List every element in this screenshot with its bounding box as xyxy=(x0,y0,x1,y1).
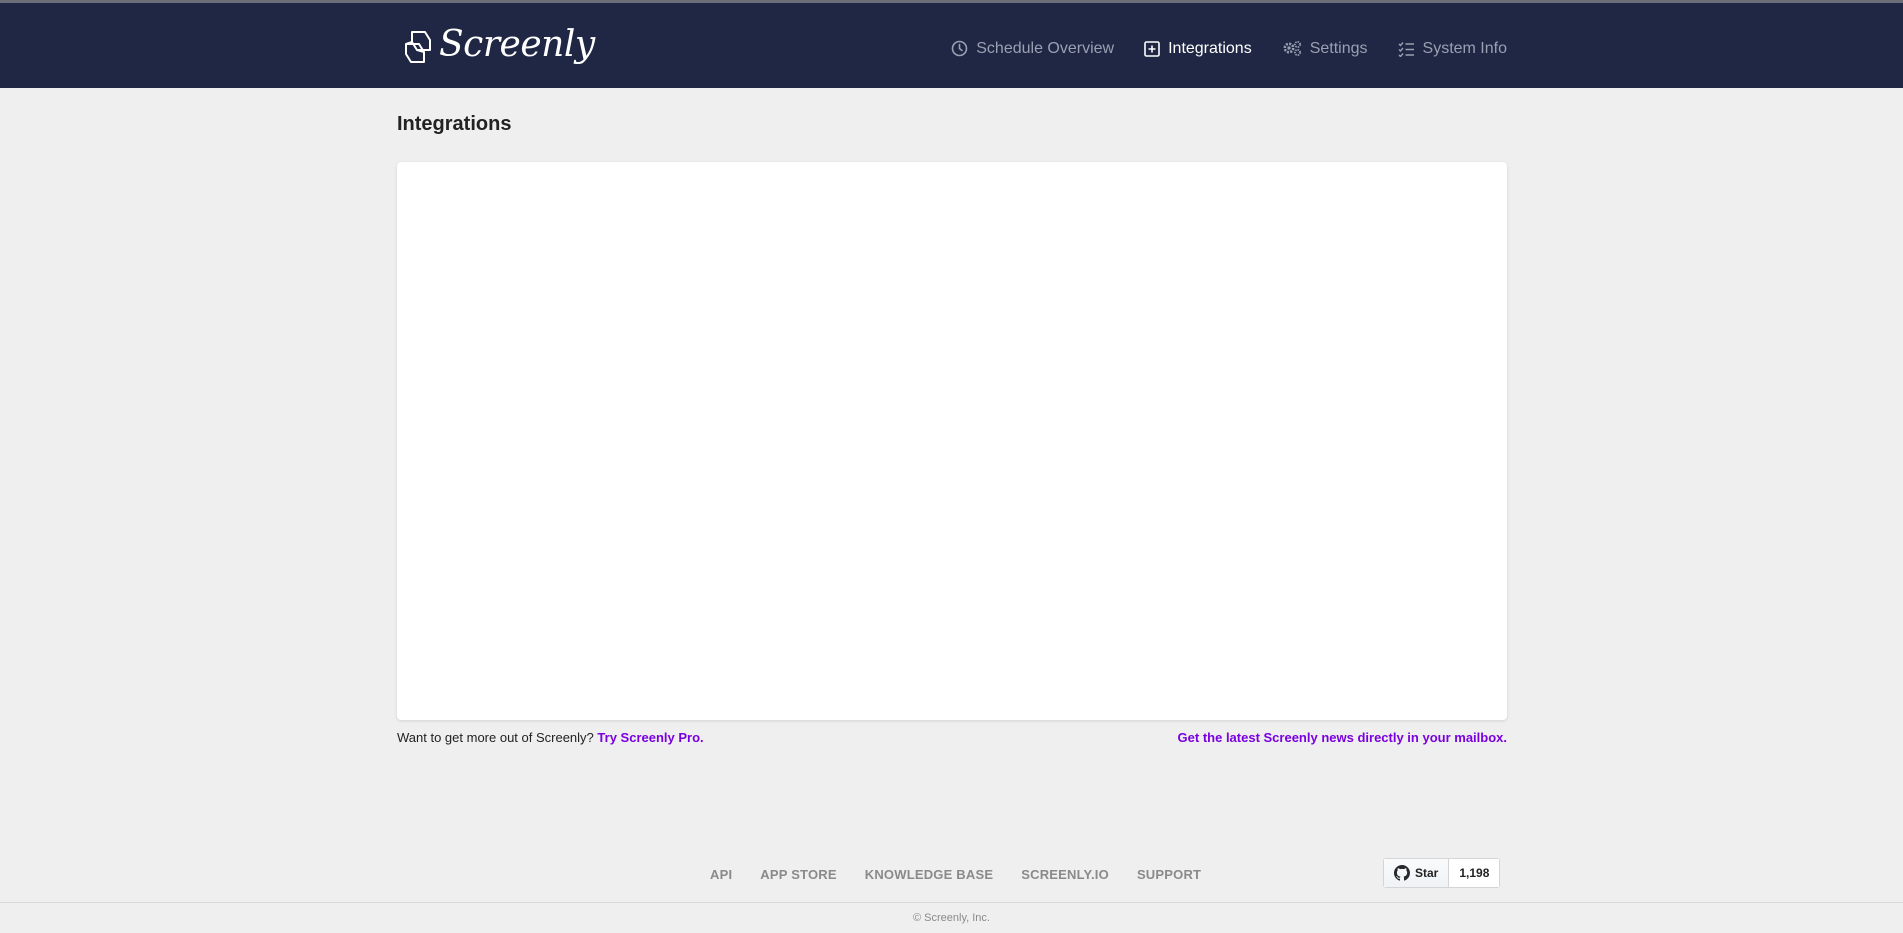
nav-schedule-overview-label: Schedule Overview xyxy=(976,39,1115,57)
brand-logo-link[interactable]: Screenly xyxy=(403,25,595,69)
clock-icon xyxy=(951,40,968,57)
newsletter-promo: Get the latest Screenly news directly in… xyxy=(1178,730,1507,745)
gears-icon xyxy=(1283,41,1301,56)
footer-divider xyxy=(0,902,1903,903)
footer-link-screenly-io[interactable]: SCREENLY.IO xyxy=(1021,867,1109,882)
github-star-button[interactable]: Star xyxy=(1384,859,1450,887)
nav-schedule-overview[interactable]: Schedule Overview xyxy=(951,40,1114,58)
newsletter-link[interactable]: Get the latest Screenly news directly in… xyxy=(1178,730,1507,745)
try-screenly-pro-link[interactable]: Try Screenly Pro. xyxy=(597,730,703,745)
plus-square-icon xyxy=(1144,40,1160,57)
main-nav: Schedule Overview Integrations Settings xyxy=(921,6,1507,91)
footer-link-knowledge-base[interactable]: KNOWLEDGE BASE xyxy=(865,867,993,882)
brand-name: Screenly xyxy=(439,24,595,65)
github-star-count[interactable]: 1,198 xyxy=(1449,859,1500,887)
list-check-icon xyxy=(1398,41,1414,57)
copyright: © Screenly, Inc. xyxy=(913,912,990,924)
nav-system-info[interactable]: System Info xyxy=(1398,40,1507,58)
page-title: Integrations xyxy=(397,113,512,135)
nav-integrations[interactable]: Integrations xyxy=(1144,40,1252,58)
nav-integrations-label: Integrations xyxy=(1168,39,1252,57)
footer-link-api[interactable]: API xyxy=(710,867,732,882)
github-star-widget: Star 1,198 xyxy=(1383,858,1501,888)
pro-promo: Want to get more out of Screenly? Try Sc… xyxy=(397,730,704,745)
footer-links: API APP STORE KNOWLEDGE BASE SCREENLY.IO… xyxy=(710,867,1201,882)
nav-settings[interactable]: Settings xyxy=(1282,40,1368,58)
pro-promo-text: Want to get more out of Screenly? xyxy=(397,730,594,745)
footer-link-support[interactable]: SUPPORT xyxy=(1137,867,1201,882)
github-star-label: Star xyxy=(1415,866,1439,880)
github-icon xyxy=(1394,865,1410,881)
integrations-panel xyxy=(397,162,1507,720)
screenly-logo-icon xyxy=(405,31,431,63)
footer-link-app-store[interactable]: APP STORE xyxy=(760,867,836,882)
nav-settings-label: Settings xyxy=(1309,39,1368,57)
nav-system-info-label: System Info xyxy=(1422,39,1507,57)
top-navbar: Screenly Schedule Overview Integrations xyxy=(0,3,1903,88)
